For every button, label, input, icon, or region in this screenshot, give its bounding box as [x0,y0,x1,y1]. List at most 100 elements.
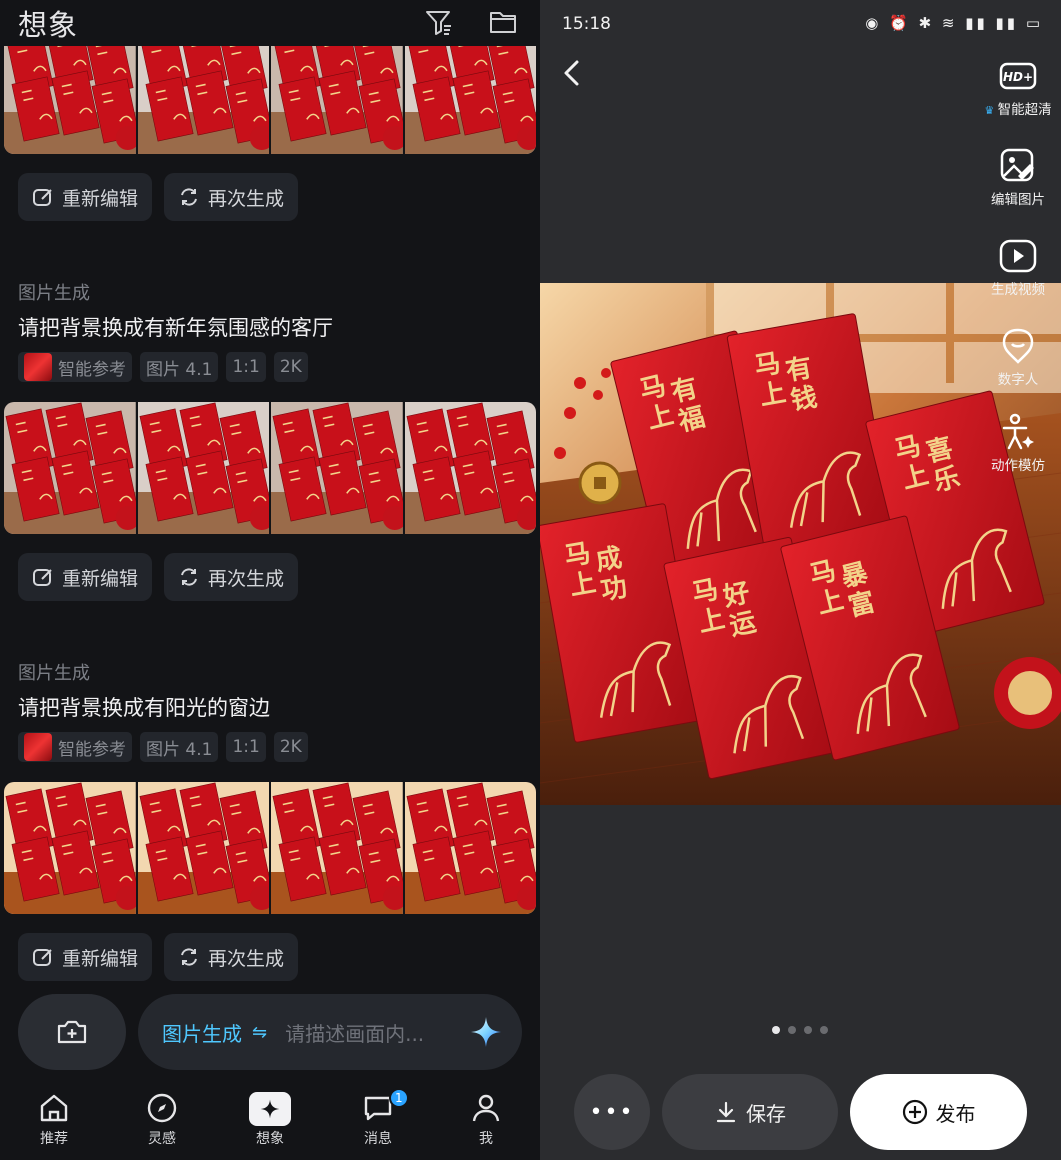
sparkle-send-icon[interactable] [470,1016,502,1048]
re-edit-button[interactable]: 重新编辑 [18,173,153,221]
tag-row: 智能参考 图片 4.1 1:1 2K [18,732,308,762]
tool-label: 生成视频 [991,282,1045,298]
compass-icon [147,1093,177,1123]
envelope-char: 功 [599,572,630,606]
envelope-char: 有 [783,353,814,387]
prompt-placeholder[interactable]: 请描述画面内... [285,1018,470,1047]
home-icon [40,1094,68,1122]
page-title: 想象 [18,8,79,42]
result-image-row[interactable] [4,402,536,534]
reference-thumbnail [24,353,52,381]
tool-label: 数字人 [997,372,1039,388]
envelope-char: 钱 [789,382,820,416]
upload-image-button[interactable] [18,994,126,1070]
chevron-left-icon [564,60,579,86]
result-thumbnail[interactable] [404,402,536,534]
reference-label: 智能参考 [58,739,126,760]
tab-label: 我 [479,1131,493,1147]
ratio-tag: 1:1 [226,352,266,382]
refresh-icon [181,948,197,966]
re-edit-button[interactable]: 重新编辑 [18,933,153,981]
digital-human-button[interactable]: 数字人 [981,326,1055,388]
tab-label: 推荐 [40,1131,68,1147]
creation-history-panel: 想象 重新编辑 再次生成 图片生成 请把背景换成有新年氛围感的客厅 智能参考 图… [0,0,540,1160]
tab-recommend[interactable]: 推荐 [0,1084,108,1160]
tab-label: 想象 [256,1131,284,1147]
edit-icon [33,949,52,966]
motion-mimic-icon [1002,413,1034,450]
edit-image-icon [1000,148,1034,182]
edit-image-button[interactable]: 编辑图片 [981,146,1055,208]
camera-plus-icon [57,1020,87,1044]
filter-icon[interactable] [424,8,454,36]
image-viewer-panel: 15:18 ◉ ⏰ ✱ ≋ ▮▮ ▮▮ ▭ 马 上 有 福 马 上 有 钱 马 … [540,0,1061,1160]
envelope-char: 马 [562,538,593,572]
reference-tag: 智能参考 [18,732,132,762]
action-row: 重新编辑 再次生成 [18,553,299,601]
tab-label: 消息 [364,1131,392,1147]
bottom-tab-bar: 推荐 灵感 想象 1 消息 我 [0,1084,540,1160]
action-row: 重新编辑 再次生成 [18,173,299,221]
section-category: 图片生成 [18,283,90,304]
result-image-row[interactable] [4,782,536,914]
sparkle-icon [249,1092,291,1126]
save-button[interactable]: 保存 [662,1074,838,1150]
refresh-icon [181,568,197,586]
status-icons: ◉ ⏰ ✱ ≋ ▮▮ ▮▮ ▭ [865,14,1043,32]
resolution-tag: 2K [273,732,308,762]
prompt-input[interactable]: 图片生成 ⇋ 请描述画面内... [138,994,522,1070]
result-thumbnail[interactable] [271,402,403,534]
tool-label: ♛ 智能超清 [984,102,1052,118]
result-thumbnail[interactable] [137,782,269,914]
back-button[interactable] [556,56,588,90]
generate-video-button[interactable]: 生成视频 [981,236,1055,298]
reference-thumbnail [24,733,52,761]
tab-messages[interactable]: 1 消息 [324,1084,432,1160]
result-thumbnail[interactable] [137,402,269,534]
download-icon [716,1101,736,1123]
reference-tag: 智能参考 [18,352,132,382]
swap-mode-icon[interactable]: ⇋ [252,1022,267,1043]
reference-label: 智能参考 [58,359,126,380]
regenerate-button[interactable]: 再次生成 [164,553,299,601]
re-edit-label: 重新编辑 [62,947,139,970]
tab-me[interactable]: 我 [432,1084,540,1160]
prompt-text: 请把背景换成有阳光的窗边 [18,696,270,720]
re-edit-label: 重新编辑 [62,567,139,590]
edit-icon [33,569,52,586]
re-edit-label: 重新编辑 [62,187,139,210]
result-thumbnail[interactable] [404,782,536,914]
tab-inspiration[interactable]: 灵感 [108,1084,216,1160]
regenerate-label: 再次生成 [208,947,285,970]
page-indicator [772,1026,828,1034]
page-dot [820,1026,828,1034]
publish-button[interactable]: 发布 [850,1074,1027,1150]
envelope-char: 马 [752,348,783,382]
result-thumbnail[interactable] [271,782,403,914]
action-row: 重新编辑 再次生成 [18,933,299,981]
folder-icon[interactable] [488,8,518,36]
tab-label: 灵感 [148,1131,176,1147]
tool-label: 动作模仿 [991,458,1045,474]
motion-mimic-button[interactable]: 动作模仿 [981,412,1055,474]
composer: 图片生成 ⇋ 请描述画面内... [0,986,540,1076]
regenerate-label: 再次生成 [208,567,285,590]
more-button[interactable]: ••• [574,1074,650,1150]
tool-label: 编辑图片 [991,192,1045,208]
mode-selector[interactable]: 图片生成 [162,1018,242,1047]
regenerate-button[interactable]: 再次生成 [164,173,299,221]
page-dot [804,1026,812,1034]
envelope-char: 上 [757,378,788,412]
header: 想象 [0,0,540,46]
result-thumbnail[interactable] [4,402,136,534]
regenerate-button[interactable]: 再次生成 [164,933,299,981]
result-thumbnail[interactable] [4,782,136,914]
status-time: 15:18 [562,14,611,34]
smart-upscale-button[interactable]: HD+ ♛ 智能超清 [981,56,1055,118]
hd-plus-icon: HD+ [999,62,1037,90]
refresh-icon [181,188,197,206]
ratio-tag: 1:1 [226,732,266,762]
re-edit-button[interactable]: 重新编辑 [18,553,153,601]
publish-label: 发布 [935,1101,976,1126]
tab-imagine[interactable]: 想象 [216,1084,324,1160]
